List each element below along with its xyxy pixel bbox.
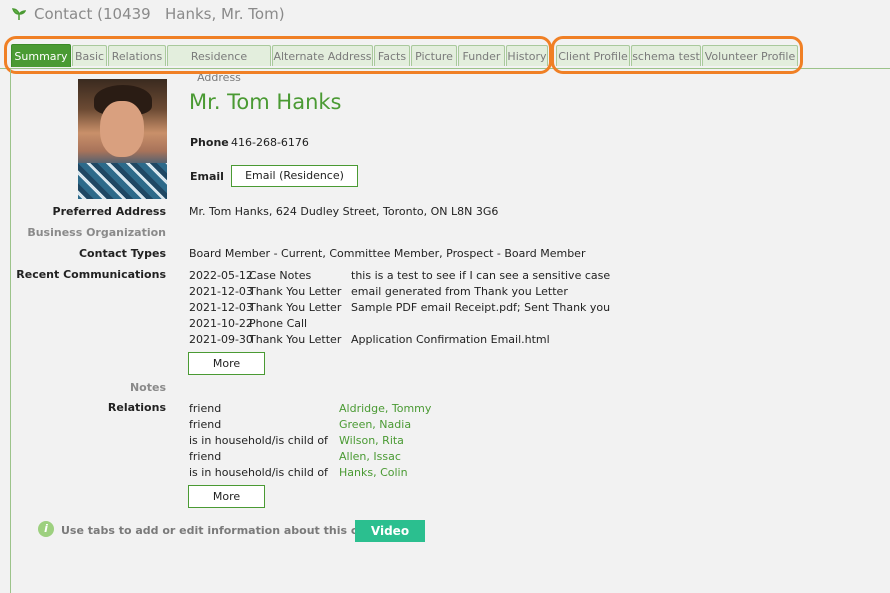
- comm-date: 2021-10-22: [189, 317, 253, 330]
- tab-basic[interactable]: Basic: [72, 45, 107, 66]
- recent-communications-label: Recent Communications: [16, 268, 166, 281]
- comm-date: 2021-12-03: [189, 301, 253, 314]
- relation-type: is in household/is child of: [189, 434, 328, 447]
- relation-link[interactable]: Hanks, Colin: [339, 466, 408, 479]
- tab-residence-address[interactable]: Residence Address: [167, 45, 271, 84]
- title-bar: Contact (10439 Hanks, Mr. Tom): [0, 0, 890, 32]
- comm-type: Thank You Letter: [249, 333, 342, 346]
- comm-subject: email generated from Thank you Letter: [351, 285, 568, 298]
- comm-subject: Sample PDF email Receipt.pdf; Sent Thank…: [351, 301, 611, 314]
- comm-subject: Application Confirmation Email.html: [351, 333, 550, 346]
- relations-more-button[interactable]: More: [188, 485, 265, 508]
- comm-type: Thank You Letter: [249, 301, 342, 314]
- contact-types-label: Contact Types: [78, 247, 166, 260]
- notes-label: Notes: [129, 381, 166, 394]
- comm-date: 2022-05-12: [189, 269, 253, 282]
- relations-label: Relations: [107, 401, 166, 414]
- info-icon: i: [38, 521, 54, 537]
- comm-date: 2021-12-03: [189, 285, 253, 298]
- contact-types-value: Board Member - Current, Committee Member…: [189, 247, 586, 260]
- tab-alternate-address[interactable]: Alternate Address: [272, 45, 373, 66]
- comm-type: Phone Call: [249, 317, 308, 330]
- business-organization-label: Business Organization: [27, 226, 166, 239]
- phone-value: 416-268-6176: [231, 136, 309, 149]
- relation-type: friend: [189, 402, 222, 415]
- comm-type: Thank You Letter: [249, 285, 342, 298]
- relation-type: is in household/is child of: [189, 466, 328, 479]
- relation-type: friend: [189, 450, 222, 463]
- comm-subject: this is a test to see if I can see a sen…: [351, 269, 611, 282]
- email-label: Email: [190, 170, 224, 183]
- preferred-address-label: Preferred Address: [52, 205, 166, 218]
- tab-schema-test[interactable]: schema test: [631, 45, 701, 66]
- tab-client-profile[interactable]: Client Profile: [556, 45, 630, 66]
- relation-link[interactable]: Allen, Issac: [339, 450, 401, 463]
- relation-link[interactable]: Aldridge, Tommy: [339, 402, 431, 415]
- window-title: Contact (10439 Hanks, Mr. Tom): [34, 5, 285, 23]
- comm-type: Case Notes: [249, 269, 312, 282]
- tab-bar: Summary Basic Relations Residence Addres…: [0, 32, 890, 84]
- tab-picture[interactable]: Picture: [411, 45, 457, 66]
- preferred-address-value: Mr. Tom Hanks, 624 Dudley Street, Toront…: [189, 205, 499, 218]
- relation-link[interactable]: Wilson, Rita: [339, 434, 404, 447]
- tab-history[interactable]: History: [506, 45, 548, 66]
- email-button[interactable]: Email (Residence): [231, 165, 358, 187]
- tab-funder[interactable]: Funder: [458, 45, 505, 66]
- info-hint: Use tabs to add or edit information abou…: [61, 524, 402, 537]
- sprout-icon: [12, 8, 26, 20]
- relation-link[interactable]: Green, Nadia: [339, 418, 411, 431]
- contact-name: Mr. Tom Hanks: [189, 90, 342, 114]
- comm-date: 2021-09-30: [189, 333, 253, 346]
- tab-relations[interactable]: Relations: [108, 45, 166, 66]
- relation-type: friend: [189, 418, 222, 431]
- video-button[interactable]: Video: [355, 520, 425, 542]
- phone-label: Phone: [190, 136, 229, 149]
- tab-facts[interactable]: Facts: [374, 45, 410, 66]
- contact-photo: [78, 79, 167, 199]
- tab-summary[interactable]: Summary: [11, 44, 71, 67]
- tab-volunteer-profile[interactable]: Volunteer Profile: [702, 45, 798, 66]
- communications-more-button[interactable]: More: [188, 352, 265, 375]
